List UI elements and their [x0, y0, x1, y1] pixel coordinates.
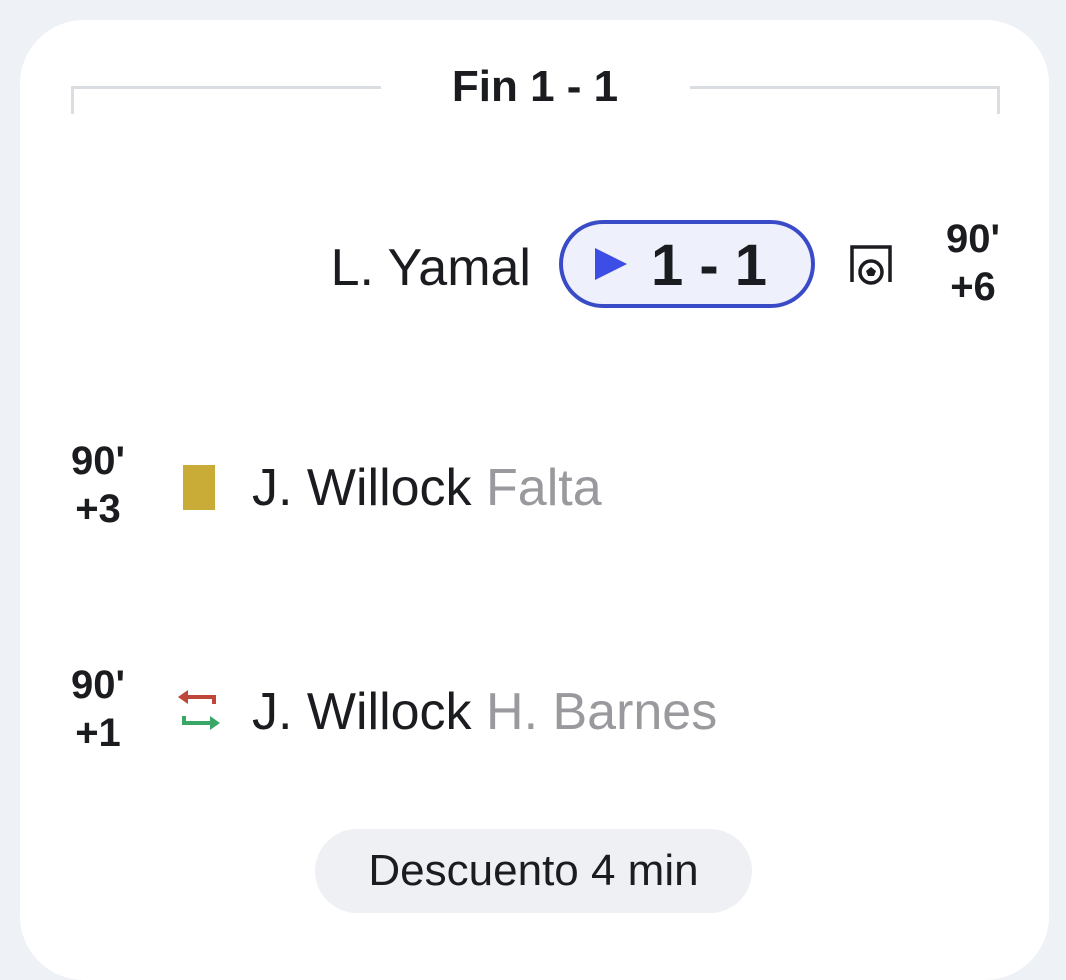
yellow-card-reason: Falta	[486, 459, 602, 517]
yellow-card-player-row: J. Willock Falta	[252, 458, 602, 518]
substitution-minute-added: +1	[75, 711, 121, 755]
added-time-badge: Descuento 4 min	[315, 829, 752, 913]
substitution-player-row: J. Willock H. Barnes	[252, 682, 717, 742]
play-icon	[595, 248, 627, 280]
yellow-card-icon	[183, 465, 215, 510]
yellow-card-minute-value: 90'	[70, 439, 125, 483]
header-divider-right	[690, 86, 1000, 114]
goal-icon	[850, 245, 892, 285]
match-status: Fin 1 - 1	[451, 62, 619, 111]
goal-scorer: L. Yamal	[330, 239, 531, 297]
substitution-player-out: H. Barnes	[486, 683, 718, 741]
substitution-minute-value: 90'	[70, 663, 125, 707]
substitution-minute: 90' +1	[53, 661, 143, 757]
substitution-player-in: J. Willock	[252, 683, 472, 741]
substitution-icon	[178, 690, 220, 730]
goal-minute: 90' +6	[928, 215, 1018, 311]
yellow-card-minute-added: +3	[75, 487, 121, 531]
yellow-card-player: J. Willock	[252, 459, 472, 517]
yellow-card-minute: 90' +3	[53, 437, 143, 533]
goal-score: 1 - 1	[651, 233, 768, 298]
goal-minute-value: 90'	[945, 217, 1000, 261]
header-divider-left	[71, 86, 381, 114]
goal-minute-added: +6	[950, 265, 996, 309]
goal-video-button[interactable]: 1 - 1	[559, 220, 815, 308]
